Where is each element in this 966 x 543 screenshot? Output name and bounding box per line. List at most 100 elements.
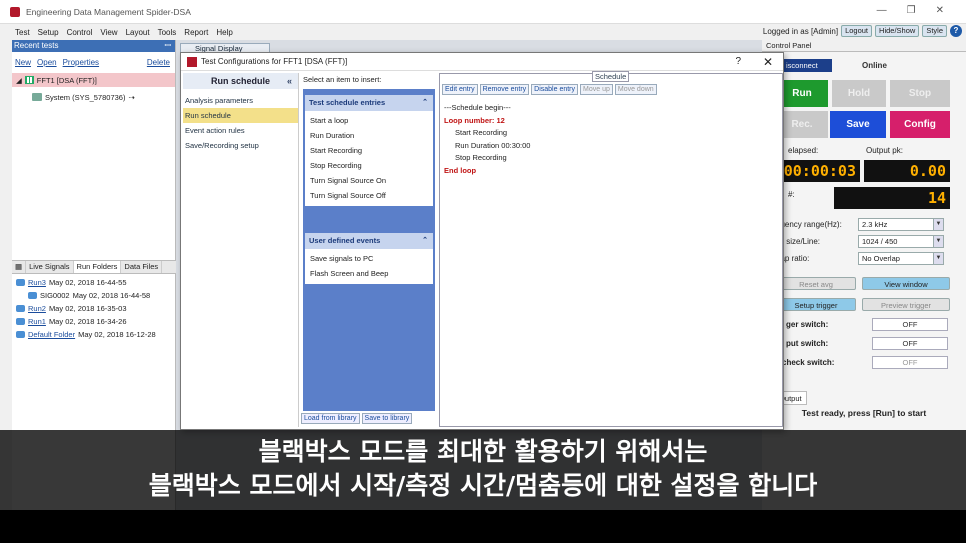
run-name[interactable]: Default Folder: [28, 330, 75, 339]
list-item[interactable]: Run2 May 02, 2018 16-35-03: [12, 302, 176, 315]
entry-stop-recording[interactable]: Stop Recording: [305, 158, 433, 173]
schedule-stop-recording[interactable]: Stop Recording: [444, 152, 530, 165]
menu-setup[interactable]: Setup: [38, 28, 59, 37]
entry-start-loop[interactable]: Start a loop: [305, 113, 433, 128]
hide-show-button[interactable]: Hide/Show: [875, 25, 920, 37]
entry-flash-screen-beep[interactable]: Flash Screen and Beep: [305, 266, 433, 281]
control-panel-header: Control Panel: [762, 40, 966, 52]
tab-data-files[interactable]: Data Files: [121, 261, 163, 273]
move-down-button[interactable]: Move down: [614, 84, 657, 95]
close-icon[interactable]: ✕: [936, 5, 944, 16]
nav-save-recording-setup[interactable]: Save/Recording setup: [183, 138, 298, 153]
collapse-icon[interactable]: ⌃: [422, 233, 428, 249]
list-item[interactable]: Run3 May 02, 2018 16-44-55: [12, 276, 176, 289]
nav-run-schedule[interactable]: Run schedule: [183, 108, 298, 123]
menu-view[interactable]: View: [100, 28, 117, 37]
new-link[interactable]: New: [15, 58, 31, 67]
menu-help[interactable]: Help: [216, 28, 232, 37]
schedule-toolbar: Edit entry Remove entry Disable entry Mo…: [442, 84, 657, 95]
dialog-title: Test Configurations for FFT1 [DSA (FFT)]: [201, 57, 348, 66]
config-button[interactable]: Config: [890, 111, 950, 138]
dialog-help-icon[interactable]: ?: [735, 56, 741, 67]
check-switch-toggle[interactable]: OFF: [872, 356, 948, 369]
collapse-icon[interactable]: ⌃: [422, 95, 428, 111]
delete-link[interactable]: Delete: [147, 58, 170, 67]
collapse-icon[interactable]: ◢: [16, 76, 22, 85]
properties-link[interactable]: Properties: [63, 58, 99, 67]
load-from-library-button[interactable]: Load from library: [301, 413, 360, 424]
output-peak-display: 0.00: [864, 160, 950, 182]
chevron-down-icon[interactable]: ▼: [933, 253, 943, 264]
list-item[interactable]: Run1 May 02, 2018 16-34-26: [12, 315, 176, 328]
group-header[interactable]: User defined events ⌃: [305, 233, 433, 249]
test-grid-icon: [24, 76, 34, 84]
nav-event-action-rules[interactable]: Event action rules: [183, 123, 298, 138]
trigger-switch-toggle[interactable]: OFF: [872, 318, 948, 331]
menu-control[interactable]: Control: [67, 28, 93, 37]
folder-icon: [16, 331, 25, 338]
block-size-value: 1024 / 450: [862, 237, 898, 246]
reset-avg-button[interactable]: Reset avg: [776, 277, 856, 290]
open-link[interactable]: Open: [37, 58, 57, 67]
entry-signal-source-on[interactable]: Turn Signal Source On: [305, 173, 433, 188]
entry-signal-source-off[interactable]: Turn Signal Source Off: [305, 188, 433, 203]
block-size-select[interactable]: 1024 / 450 ▼: [858, 235, 944, 248]
menu-layout[interactable]: Layout: [126, 28, 150, 37]
preview-trigger-button[interactable]: Preview trigger: [862, 298, 950, 311]
subtitle-line-2: 블랙박스 모드에서 시작/측정 시간/멈춤등에 대한 설정을 합니다: [148, 471, 818, 500]
remove-entry-button[interactable]: Remove entry: [479, 84, 530, 95]
edit-entry-button[interactable]: Edit entry: [442, 84, 478, 95]
logout-button[interactable]: Logout: [841, 25, 873, 37]
stop-button[interactable]: Stop: [890, 80, 950, 107]
chevron-down-icon[interactable]: ▼: [933, 236, 943, 247]
list-item[interactable]: SIG0002 May 02, 2018 16-44-58: [12, 289, 176, 302]
frequency-range-select[interactable]: 2.3 kHz ▼: [858, 218, 944, 231]
disconnect-button[interactable]: isconnect: [782, 59, 832, 72]
style-button[interactable]: Style: [922, 25, 947, 37]
connection-status: Online: [862, 61, 887, 70]
output-switch-toggle[interactable]: OFF: [872, 337, 948, 350]
system-item[interactable]: System (SYS_5780736) ⇢: [12, 90, 175, 104]
schedule-begin[interactable]: ---Schedule begin---: [444, 102, 530, 115]
collapse-chevron-icon[interactable]: «: [287, 73, 292, 89]
help-icon[interactable]: ?: [950, 25, 962, 37]
pin-icon[interactable]: ꟷ: [164, 40, 171, 52]
disable-entry-button[interactable]: Disable entry: [531, 84, 579, 95]
dialog-close-icon[interactable]: ✕: [763, 55, 773, 69]
restore-icon[interactable]: ❐: [907, 5, 916, 16]
save-to-library-button[interactable]: Save to library: [361, 413, 413, 424]
view-window-button[interactable]: View window: [862, 277, 950, 290]
overlap-select[interactable]: No Overlap ▼: [858, 252, 944, 265]
run-name[interactable]: Run2: [28, 304, 46, 313]
menu-test[interactable]: Test: [15, 28, 30, 37]
schedule-loop-number[interactable]: Loop number: 12: [444, 115, 530, 128]
system-icon: [32, 93, 42, 101]
tab-run-folders[interactable]: Run Folders: [73, 261, 122, 273]
group-header[interactable]: Test schedule entries ⌃: [305, 95, 433, 111]
schedule-run-duration[interactable]: Run Duration 00:30:00: [444, 140, 530, 153]
nav-analysis-parameters[interactable]: Analysis parameters: [183, 93, 298, 108]
test-item-fft1[interactable]: ◢ FFT1 [DSA (FFT)]: [12, 73, 175, 87]
menu-tools[interactable]: Tools: [158, 28, 177, 37]
recent-tests-title: Recent tests: [14, 41, 59, 50]
run-name[interactable]: Run1: [28, 317, 46, 326]
move-up-button[interactable]: Move up: [580, 84, 613, 95]
entry-run-duration[interactable]: Run Duration: [305, 128, 433, 143]
tab-live-signals[interactable]: Live Signals: [26, 261, 74, 273]
setup-trigger-button[interactable]: Setup trigger: [776, 298, 856, 311]
schedule-list: ---Schedule begin--- Loop number: 12 Sta…: [444, 102, 530, 177]
run-name[interactable]: Run3: [28, 278, 46, 287]
hold-button[interactable]: Hold: [832, 80, 886, 107]
menu-report[interactable]: Report: [184, 28, 208, 37]
run-folder-list: Run3 May 02, 2018 16-44-55 SIG0002 May 02,…: [12, 276, 176, 341]
schedule-start-recording[interactable]: Start Recording: [444, 127, 530, 140]
schedule-end-loop[interactable]: End loop: [444, 165, 530, 178]
list-item[interactable]: Default Folder May 02, 2018 16-12-28: [12, 328, 176, 341]
save-button[interactable]: Save: [830, 111, 886, 138]
minimize-icon[interactable]: —: [877, 5, 887, 16]
entry-start-recording[interactable]: Start Recording: [305, 143, 433, 158]
chevron-down-icon[interactable]: ▼: [933, 219, 943, 230]
tab-grid-icon[interactable]: ▦: [12, 261, 27, 273]
entry-save-signals[interactable]: Save signals to PC: [305, 251, 433, 266]
app-logo-icon: [10, 6, 20, 17]
